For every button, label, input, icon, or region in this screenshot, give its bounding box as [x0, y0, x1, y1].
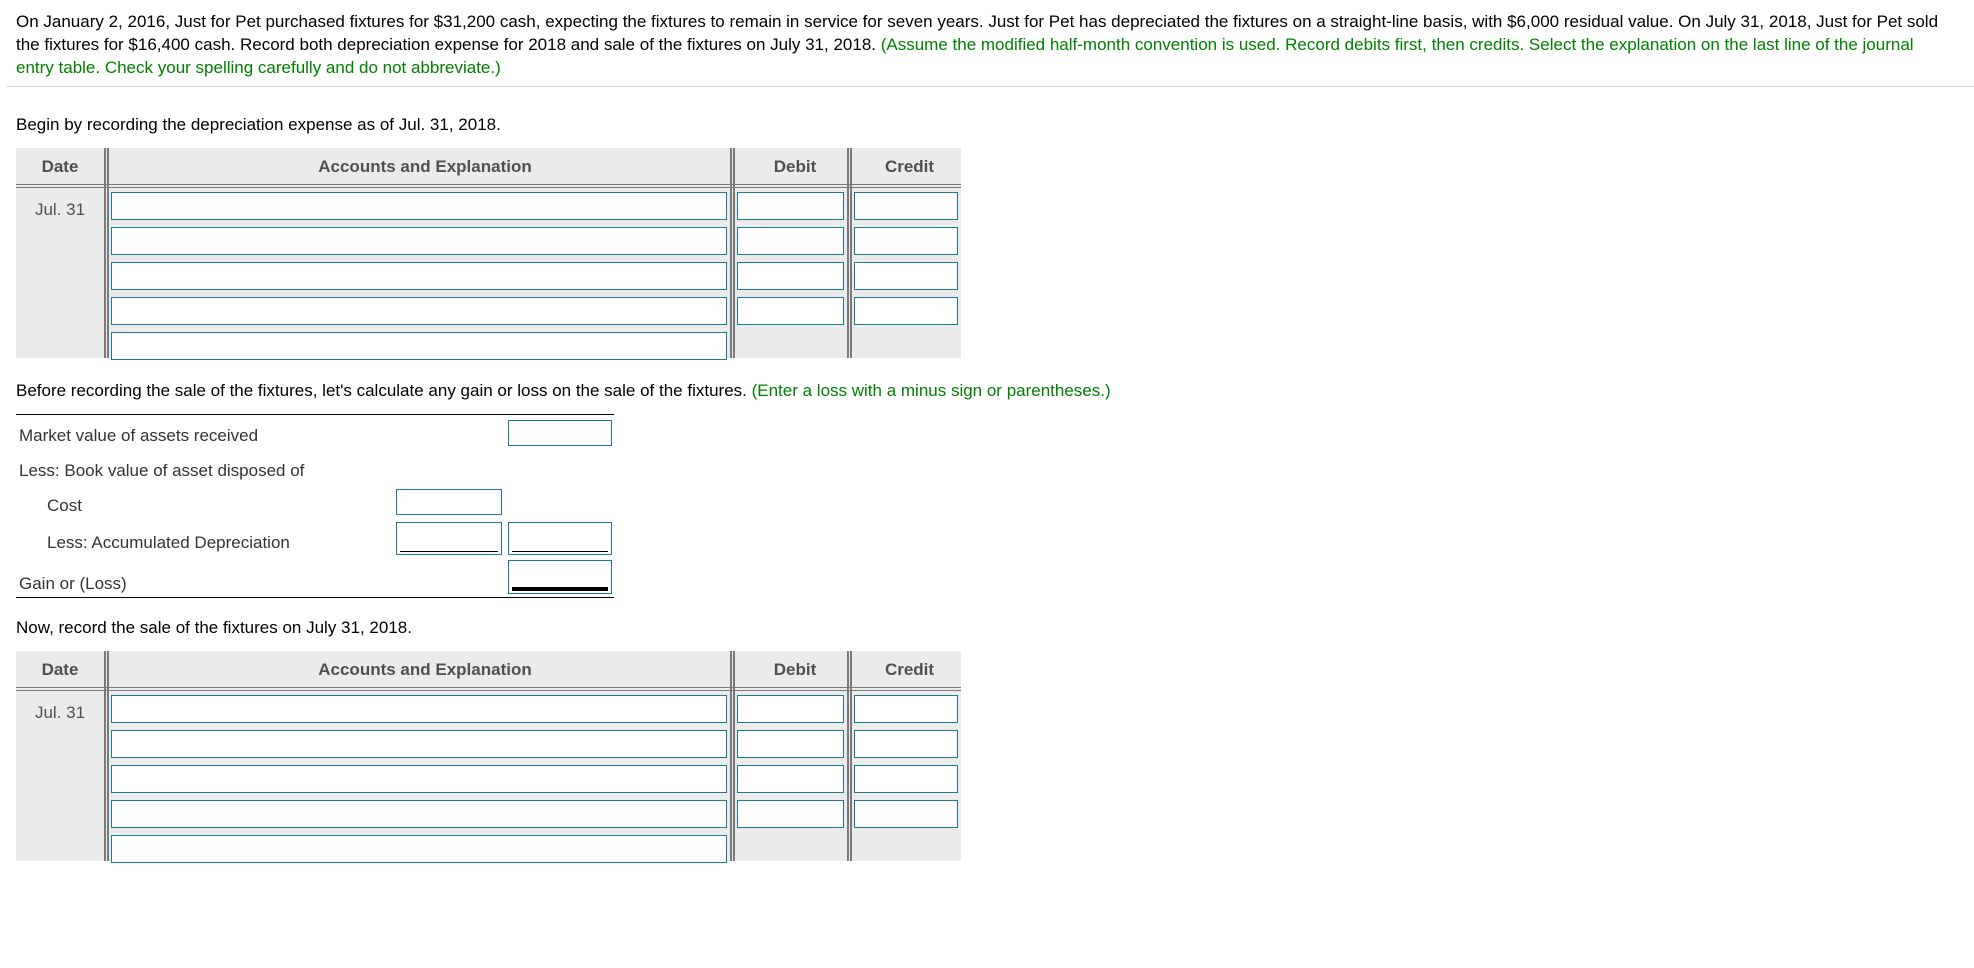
bottom-rule — [16, 597, 614, 598]
underline — [512, 551, 608, 552]
accumulated-depreciation-label: Less: Accumulated Depreciation — [47, 533, 290, 552]
credit-input[interactable] — [854, 730, 958, 758]
debit-input[interactable] — [737, 695, 844, 723]
header-credit: Credit — [884, 660, 935, 679]
column-divider — [847, 651, 852, 861]
credit-input[interactable] — [854, 695, 958, 723]
part1-prompt: Begin by recording the depreciation expe… — [16, 115, 501, 134]
part2-prompt: Before recording the sale of the fixture… — [16, 380, 1111, 402]
account-input[interactable] — [111, 800, 727, 828]
account-input[interactable] — [111, 227, 727, 255]
underline — [400, 551, 498, 552]
divider — [6, 86, 1974, 87]
entry-date: Jul. 31 — [34, 703, 86, 722]
table-header: Date Accounts and Explanation Debit Cred… — [16, 651, 961, 691]
header-accounts: Accounts and Explanation — [318, 660, 532, 679]
header-date: Date — [41, 660, 79, 679]
part2-prompt-text: Before recording the sale of the fixture… — [16, 381, 752, 400]
cost-input[interactable] — [396, 489, 502, 515]
column-divider — [847, 148, 852, 358]
debit-input[interactable] — [737, 297, 844, 325]
credit-input[interactable] — [854, 192, 958, 220]
account-input[interactable] — [111, 730, 727, 758]
accumulated-depreciation-field — [396, 522, 502, 555]
debit-input[interactable] — [737, 800, 844, 828]
book-value-field — [508, 522, 612, 555]
gain-loss-label: Gain or (Loss) — [19, 574, 127, 593]
credit-input[interactable] — [854, 765, 958, 793]
credit-input[interactable] — [854, 800, 958, 828]
cost-label: Cost — [47, 496, 82, 515]
credit-input[interactable] — [854, 262, 958, 290]
top-rule — [16, 414, 614, 415]
gain-loss-field — [508, 560, 612, 594]
header-accounts: Accounts and Explanation — [318, 157, 532, 176]
explanation-input[interactable] — [111, 332, 727, 360]
debit-input[interactable] — [737, 227, 844, 255]
market-value-label: Market value of assets received — [19, 426, 259, 445]
header-debit: Debit — [773, 157, 817, 176]
header-date: Date — [41, 157, 79, 176]
table-header: Date Accounts and Explanation Debit Cred… — [16, 148, 961, 188]
entry-date: Jul. 31 — [34, 200, 86, 219]
debit-input[interactable] — [737, 765, 844, 793]
account-input[interactable] — [111, 765, 727, 793]
part3-prompt: Now, record the sale of the fixtures on … — [16, 618, 412, 637]
sale-journal-table: Date Accounts and Explanation Debit Cred… — [16, 651, 961, 863]
account-input[interactable] — [111, 695, 727, 723]
account-input[interactable] — [111, 262, 727, 290]
credit-input[interactable] — [854, 297, 958, 325]
less-book-value-label: Less: Book value of asset disposed of — [19, 461, 305, 480]
column-divider — [730, 651, 735, 861]
account-input[interactable] — [111, 192, 727, 220]
depreciation-journal-table: Date Accounts and Explanation Debit Cred… — [16, 148, 961, 360]
debit-input[interactable] — [737, 262, 844, 290]
account-input[interactable] — [111, 297, 727, 325]
header-debit: Debit — [773, 660, 817, 679]
table-body: Jul. 31 — [16, 691, 961, 863]
header-credit: Credit — [884, 157, 935, 176]
table-body: Jul. 31 — [16, 188, 961, 360]
part2-hint: (Enter a loss with a minus sign or paren… — [751, 381, 1111, 400]
column-divider — [104, 148, 109, 358]
column-divider — [104, 651, 109, 861]
column-divider — [730, 148, 735, 358]
debit-input[interactable] — [737, 192, 844, 220]
debit-input[interactable] — [737, 730, 844, 758]
credit-input[interactable] — [854, 227, 958, 255]
market-value-input[interactable] — [508, 420, 612, 446]
explanation-input[interactable] — [111, 835, 727, 863]
problem-statement: On January 2, 2016, Just for Pet purchas… — [16, 10, 1956, 79]
double-underline — [512, 587, 608, 591]
